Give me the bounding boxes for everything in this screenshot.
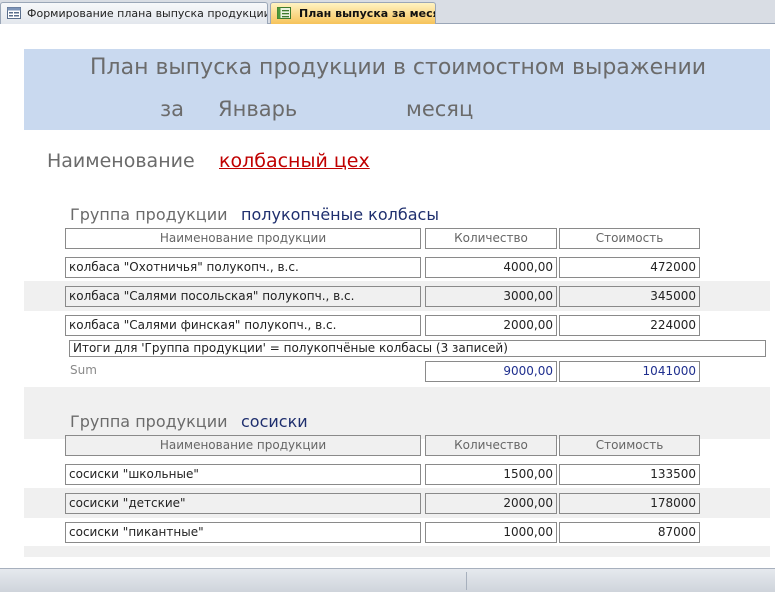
tab-monthly-plan-report[interactable]: План выпуска за месяц [270, 2, 436, 24]
report-month-value: Январь [218, 97, 298, 121]
row-qty: 1000,00 [425, 522, 557, 543]
row-qty: 3000,00 [425, 286, 557, 307]
name-label: Наименование [47, 150, 195, 172]
row-qty: 2000,00 [425, 315, 557, 336]
row-name: колбаса "Салями финская" полукопч., в.с. [65, 315, 421, 336]
column-header-qty: Количество [425, 435, 557, 456]
row-qty: 4000,00 [425, 257, 557, 278]
column-header-qty: Количество [425, 228, 557, 249]
report-mesyac-label: месяц [406, 97, 474, 121]
group-label: Группа продукции [70, 412, 228, 431]
row-cost: 87000 [559, 522, 700, 543]
report-title: План выпуска продукции в стоимостном выр… [90, 55, 707, 80]
sum-qty: 9000,00 [425, 361, 557, 382]
group-value: полукопчёные колбасы [241, 205, 439, 224]
column-header-name: Наименование продукции [65, 435, 421, 456]
column-header-name: Наименование продукции [65, 228, 421, 249]
tab-label: Формирование плана выпуска продукции [27, 7, 268, 20]
row-cost: 133500 [559, 464, 700, 485]
group-totals-text: Итоги для 'Группа продукции' = полукопчё… [69, 340, 766, 357]
row-cost: 472000 [559, 257, 700, 278]
report-icon [277, 7, 291, 19]
row-name: сосиски "пикантные" [65, 522, 421, 543]
row-name: колбаса "Салями посольская" полукопч., в… [65, 286, 421, 307]
window-bottom [0, 592, 775, 616]
row-name: колбаса "Охотничья" полукопч., в.с. [65, 257, 421, 278]
status-separator [466, 572, 467, 590]
row-cost: 345000 [559, 286, 700, 307]
tab-production-plan-form[interactable]: Формирование плана выпуска продукции [0, 2, 268, 24]
tab-label: План выпуска за месяц [299, 7, 436, 20]
row-qty: 1500,00 [425, 464, 557, 485]
document-tab-bar: Формирование плана выпуска продукции Пла… [0, 0, 775, 24]
row-cost: 178000 [559, 493, 700, 514]
column-header-cost: Стоимость [559, 435, 700, 456]
name-value: колбасный цех [219, 150, 370, 172]
group-label: Группа продукции [70, 205, 228, 224]
row-name: сосиски "школьные" [65, 464, 421, 485]
group-value: сосиски [241, 412, 308, 431]
sum-label: Sum [70, 363, 97, 377]
status-bar [0, 568, 775, 592]
alt-row-band [24, 546, 770, 557]
row-qty: 2000,00 [425, 493, 557, 514]
form-icon [7, 7, 21, 19]
sum-cost: 1041000 [559, 361, 700, 382]
column-header-cost: Стоимость [559, 228, 700, 249]
report-za-label: за [160, 97, 185, 121]
row-name: сосиски "детские" [65, 493, 421, 514]
report-canvas[interactable]: План выпуска продукции в стоимостном выр… [0, 25, 775, 557]
row-cost: 224000 [559, 315, 700, 336]
